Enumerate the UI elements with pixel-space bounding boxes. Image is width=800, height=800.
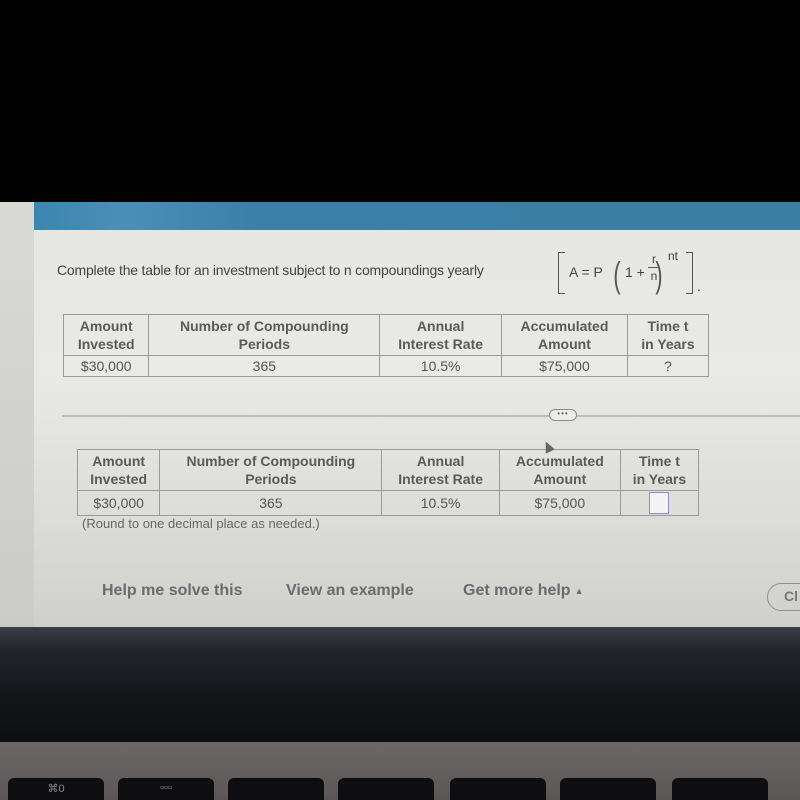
header-compounding-periods: Number of Compounding Periods (148, 314, 381, 356)
header-bar (34, 202, 800, 230)
header-time-years: Time t in Years (619, 449, 700, 491)
table-header-row: Amount Invested Number of Compounding Peri… (62, 314, 710, 356)
cell-interest-rate: 10.5% (379, 355, 503, 377)
cell-accumulated-amount: $75,000 (501, 355, 628, 377)
help-bar: Help me solve this View an example Get m… (0, 580, 800, 610)
section-divider (62, 415, 800, 417)
keyboard-key (228, 778, 324, 800)
screen-left-margin (0, 202, 34, 627)
right-bracket (686, 252, 693, 294)
help-me-solve-button[interactable]: Help me solve this (102, 582, 243, 600)
answer-table: Amount Invested Number of Compounding Peri… (76, 449, 700, 516)
formula-lhs: A = P (569, 264, 603, 280)
table-row: $30,000 365 10.5% $75,000 ? (62, 355, 710, 377)
expand-button[interactable]: ••• (549, 409, 577, 421)
check-answer-button[interactable]: Cl (767, 583, 800, 611)
monitor-bezel-top (0, 0, 800, 202)
formula-exponent: nt (668, 249, 679, 263)
get-more-help-label: Get more help (463, 582, 571, 599)
keyboard-key-f3: ⌘0 (8, 778, 104, 800)
view-example-button[interactable]: View an example (286, 582, 414, 600)
cell-time-years (619, 490, 700, 516)
question-text: Complete the table for an investment sub… (57, 262, 484, 278)
header-compounding-periods: Number of Compounding Periods (159, 449, 383, 491)
cell-compounding-periods: 365 (148, 355, 381, 377)
header-interest-rate: Annual Interest Rate (381, 449, 500, 491)
header-time-years: Time t in Years (626, 314, 710, 356)
cell-compounding-periods: 365 (159, 490, 383, 516)
header-accumulated-amount: Accumulated Amount (498, 449, 621, 491)
left-paren: ( (613, 254, 621, 295)
header-amount-invested: Amount Invested (62, 314, 150, 356)
formula-one-plus: 1 + (625, 264, 645, 280)
cell-accumulated-amount: $75,000 (498, 490, 621, 516)
keyboard-key (560, 778, 656, 800)
keyboard-key (450, 778, 546, 800)
get-more-help-button[interactable]: Get more help ▲ (463, 582, 584, 600)
keyboard-key-f4: ▫▫▫ (118, 778, 214, 800)
time-answer-input[interactable] (649, 492, 670, 514)
cell-time-years: ? (626, 355, 710, 377)
cell-amount-invested: $30,000 (62, 355, 150, 377)
given-values-table: Amount Invested Number of Compounding Peri… (62, 314, 710, 377)
monitor-bezel-bottom (0, 627, 800, 742)
caret-up-icon: ▲ (574, 585, 584, 596)
header-amount-invested: Amount Invested (76, 449, 161, 491)
right-paren: ) (655, 254, 663, 295)
header-accumulated-amount: Accumulated Amount (501, 314, 628, 356)
table-header-row: Amount Invested Number of Compounding Peri… (76, 449, 700, 491)
table-row: $30,000 365 10.5% $75,000 (76, 490, 700, 516)
cell-amount-invested: $30,000 (76, 490, 161, 516)
cell-interest-rate: 10.5% (381, 490, 500, 516)
formula-period: . (697, 278, 701, 294)
keyboard-key (338, 778, 434, 800)
keyboard-key (672, 778, 768, 800)
header-interest-rate: Annual Interest Rate (379, 314, 503, 356)
rounding-note: (Round to one decimal place as needed.) (82, 516, 320, 531)
left-bracket (558, 252, 565, 294)
compound-interest-formula: A = P ( 1 + r n ) nt . (556, 248, 706, 298)
